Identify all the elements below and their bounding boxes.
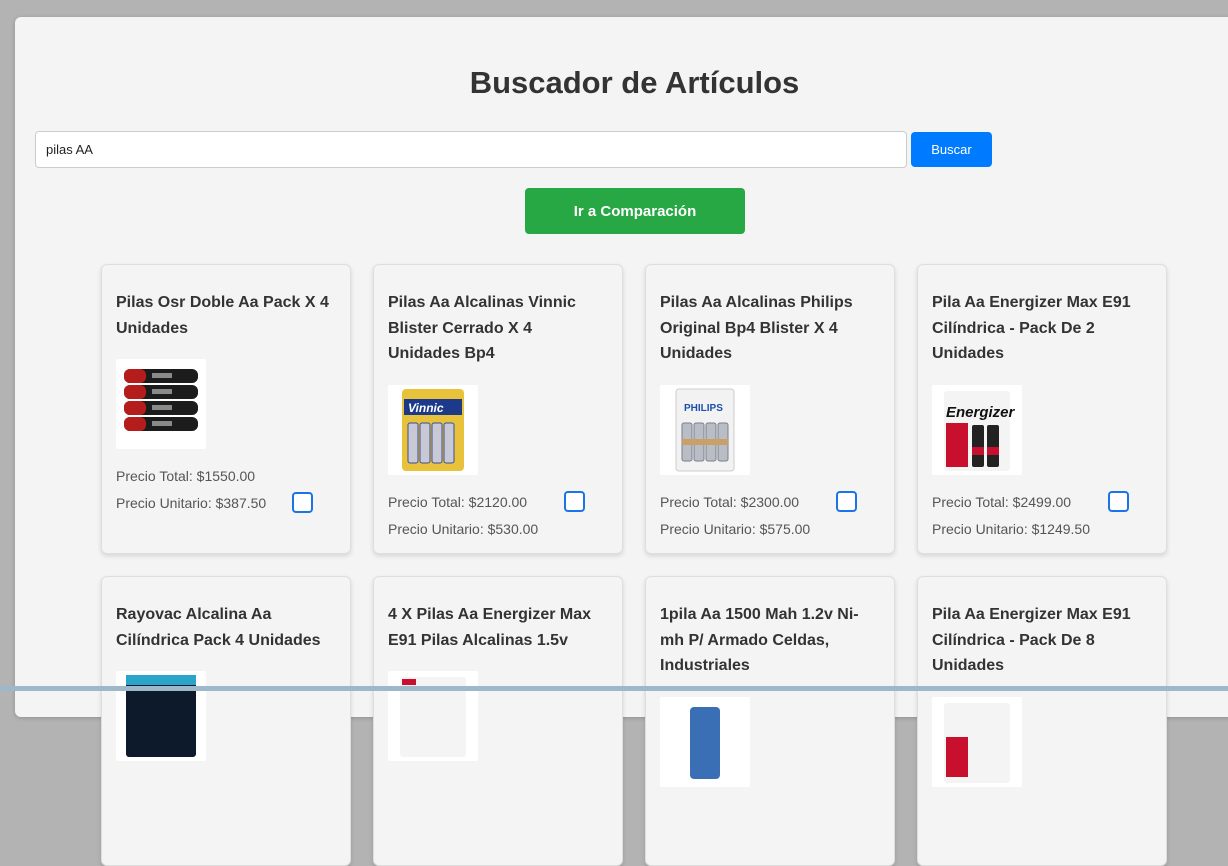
product-card: Pilas Osr Doble Aa Pack X 4 Unidades Pre… xyxy=(101,264,351,554)
philips-battery-pack-image: PHILIPS xyxy=(660,384,750,475)
product-card: Pilas Aa Alcalinas Vinnic Blister Cerrad… xyxy=(373,264,623,554)
price-section: Precio Total: $2300.00 Precio Unitario: … xyxy=(660,489,880,543)
rechargeable-cell-image xyxy=(660,696,750,787)
product-card: 4 X Pilas Aa Energizer Max E91 Pilas Alc… xyxy=(373,576,623,866)
product-card: Pila Aa Energizer Max E91 Cilíndrica - P… xyxy=(917,576,1167,866)
product-title: Pilas Aa Alcalinas Philips Original Bp4 … xyxy=(660,294,853,362)
product-title: Pila Aa Energizer Max E91 Cilíndrica - P… xyxy=(932,294,1131,362)
price-section: Precio Total: $2120.00 Precio Unitario: … xyxy=(388,489,608,543)
search-input[interactable] xyxy=(35,131,907,168)
energizer-8-pack-image xyxy=(932,696,1022,787)
price-total: Precio Total: $1550.00 xyxy=(116,468,256,484)
price-unit: Precio Unitario: $575.00 xyxy=(660,520,811,537)
compare-button[interactable]: Ir a Comparación xyxy=(525,188,745,234)
page-title: Buscador de Artículos xyxy=(469,65,800,100)
product-title: 4 X Pilas Aa Energizer Max E91 Pilas Alc… xyxy=(388,606,592,649)
product-grid: Pilas Osr Doble Aa Pack X 4 Unidades Pre… xyxy=(101,264,1167,866)
product-title: Pilas Osr Doble Aa Pack X 4 Unidades xyxy=(116,294,329,337)
black-red-batteries-image xyxy=(116,359,206,449)
price-unit: Precio Unitario: $530.00 xyxy=(388,520,539,537)
compare-checkbox[interactable] xyxy=(1108,490,1129,512)
product-card: Rayovac Alcalina Aa Cilíndrica Pack 4 Un… xyxy=(101,576,351,866)
energizer-battery-pack-image: Energizer xyxy=(932,384,1022,475)
search-button[interactable]: Buscar xyxy=(911,132,992,167)
energizer-4-pack-image xyxy=(388,671,478,761)
app-window: Buscador de Artículos Buscar Ir a Compar… xyxy=(15,17,1228,866)
price-unit: Precio Unitario: $1249.50 xyxy=(932,520,1090,537)
product-card: 1pila Aa 1500 Mah 1.2v Ni-mh P/ Armado C… xyxy=(645,576,895,866)
compare-checkbox[interactable] xyxy=(836,490,857,512)
price-section: Precio Total: $1550.00 Precio Unitario: … xyxy=(116,463,336,517)
product-card: Pila Aa Energizer Max E91 Cilíndrica - P… xyxy=(917,264,1167,554)
svg-text:Vinnic: Vinnic xyxy=(408,401,444,415)
product-title: Pila Aa Energizer Max E91 Cilíndrica - P… xyxy=(932,606,1131,674)
rayovac-battery-pack-image xyxy=(116,671,206,761)
product-title: 1pila Aa 1500 Mah 1.2v Ni-mh P/ Armado C… xyxy=(660,606,859,674)
compare-checkbox[interactable] xyxy=(564,490,585,512)
vinnic-battery-pack-image: Vinnic xyxy=(388,384,478,475)
compare-checkbox[interactable] xyxy=(292,492,313,513)
price-section: Precio Total: $2499.00 Precio Unitario: … xyxy=(932,489,1152,543)
product-title: Pilas Aa Alcalinas Vinnic Blister Cerrad… xyxy=(388,294,576,362)
product-title: Rayovac Alcalina Aa Cilíndrica Pack 4 Un… xyxy=(116,606,321,649)
svg-text:Energizer: Energizer xyxy=(946,404,1016,421)
product-card: Pilas Aa Alcalinas Philips Original Bp4 … xyxy=(645,264,895,554)
window-bottom-edge xyxy=(0,686,1228,691)
svg-text:PHILIPS: PHILIPS xyxy=(684,403,723,414)
